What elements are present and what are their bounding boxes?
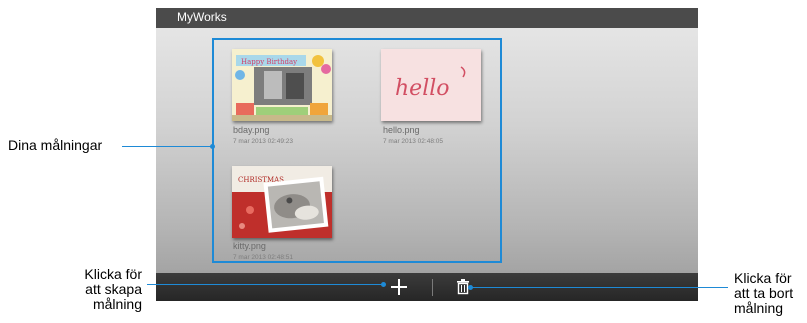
- work-thumbnail-bday[interactable]: Happy Birthday: [232, 49, 332, 121]
- hello-sketch-image: hello: [381, 49, 481, 121]
- callout-dot-paintings: [210, 144, 215, 149]
- thumb-text-hello: hello: [395, 76, 450, 101]
- work-thumbnail-hello[interactable]: hello: [381, 49, 481, 121]
- work-name: kitty.png: [233, 241, 266, 251]
- christmas-kitty-image: CHRISTMAS: [232, 166, 332, 238]
- plus-icon: [391, 279, 407, 295]
- birthday-card-image: Happy Birthday: [232, 49, 332, 121]
- thumb-text-bday: Happy Birthday: [241, 58, 297, 66]
- callout-delete-line-2: att ta bort: [734, 285, 794, 301]
- work-name: bday.png: [233, 125, 270, 135]
- callout-create-line-2: att skapa: [85, 281, 142, 297]
- callout-delete-line-1: Klicka för: [734, 270, 792, 286]
- callout-line-create: [147, 284, 383, 285]
- callout-create: Klicka för att skapa målning: [38, 267, 142, 312]
- callout-dot-delete: [468, 285, 473, 290]
- callout-delete: Klicka för att ta bort målning: [734, 271, 806, 316]
- app-screen: MyWorks Happy Birthday bday.png 7 mar 20…: [156, 8, 698, 301]
- add-button[interactable]: [388, 276, 410, 298]
- work-date: 7 mar 2013 02:48:51: [233, 254, 293, 261]
- work-date: 7 mar 2013 02:49:23: [233, 138, 293, 145]
- callout-line-delete: [470, 287, 728, 288]
- app-title: MyWorks: [177, 10, 227, 24]
- title-bar: MyWorks: [156, 8, 698, 28]
- callout-paintings: Dina målningar: [8, 137, 103, 153]
- callout-create-line-1: Klicka för: [84, 266, 142, 282]
- toolbar-divider: [432, 279, 433, 296]
- work-thumbnail-kitty[interactable]: CHRISTMAS: [232, 166, 332, 238]
- callout-delete-line-3: målning: [734, 300, 784, 316]
- callout-line-paintings: [122, 146, 212, 147]
- callout-create-line-3: målning: [92, 296, 142, 312]
- work-date: 7 mar 2013 02:48:05: [383, 138, 443, 145]
- callout-dot-create: [381, 282, 386, 287]
- work-name: hello.png: [383, 125, 420, 135]
